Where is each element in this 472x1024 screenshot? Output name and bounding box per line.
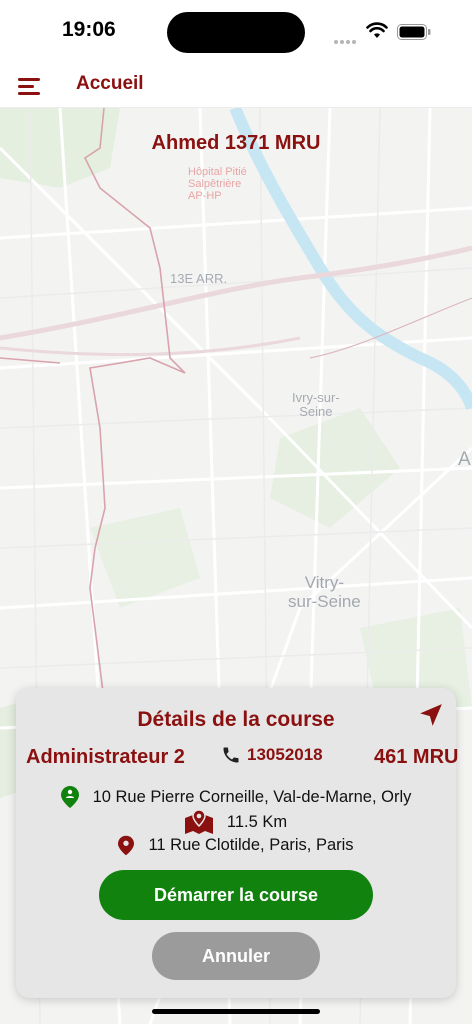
navigation-arrow-icon[interactable]	[418, 702, 444, 728]
phone-icon	[223, 747, 239, 763]
phone-number: 13052018	[247, 745, 323, 764]
dropoff-address: 11 Rue Clotilde, Paris, Paris	[148, 836, 354, 854]
dynamic-island	[167, 12, 305, 53]
map-label-arrondissement: 13E ARR.	[170, 271, 228, 286]
wifi-icon	[366, 22, 388, 38]
battery-icon	[397, 24, 431, 40]
map-route-icon	[184, 810, 213, 834]
dropoff-row: 11 Rue Clotilde, Paris, Paris	[16, 835, 456, 856]
phone-contact[interactable]: 13052018	[221, 745, 323, 765]
ride-distance: 11.5 Km	[226, 812, 288, 831]
pickup-address: 10 Rue Pierre Corneille, Val-de-Marne, O…	[92, 787, 412, 806]
dropoff-pin-icon	[118, 835, 135, 856]
ride-details-card: Détails de la course Administrateur 2 13…	[16, 688, 458, 998]
pickup-pin-icon	[60, 786, 79, 808]
status-bar: 19:06	[0, 0, 472, 64]
map-label-vitry: Vitry- sur-Seine	[288, 573, 361, 611]
map-label-edge: A	[458, 449, 471, 470]
start-ride-button[interactable]: Démarrer la course	[99, 870, 373, 920]
cancel-button[interactable]: Annuler	[152, 932, 320, 980]
status-time: 19:06	[62, 18, 116, 41]
page-title: Accueil	[76, 73, 144, 94]
top-navigation-bar: Accueil	[0, 64, 472, 108]
cellular-signal-icon	[334, 31, 358, 49]
card-title: Détails de la course	[137, 708, 335, 731]
home-indicator[interactable]	[152, 1009, 320, 1014]
client-name: Administrateur 2	[26, 746, 185, 768]
map-label-ivry: Ivry-sur- Seine	[292, 390, 340, 420]
map-label-hospital: Hôpital Pitié Salpêtrière AP-HP	[188, 166, 247, 203]
hamburger-menu-icon[interactable]	[18, 76, 40, 96]
pickup-row: 10 Rue Pierre Corneille, Val-de-Marne, O…	[16, 786, 456, 808]
ride-price: 461 MRU	[374, 746, 459, 768]
driver-marker-label: Ahmed 1371 MRU	[151, 132, 321, 154]
distance-row: 11.5 Km	[16, 810, 456, 834]
